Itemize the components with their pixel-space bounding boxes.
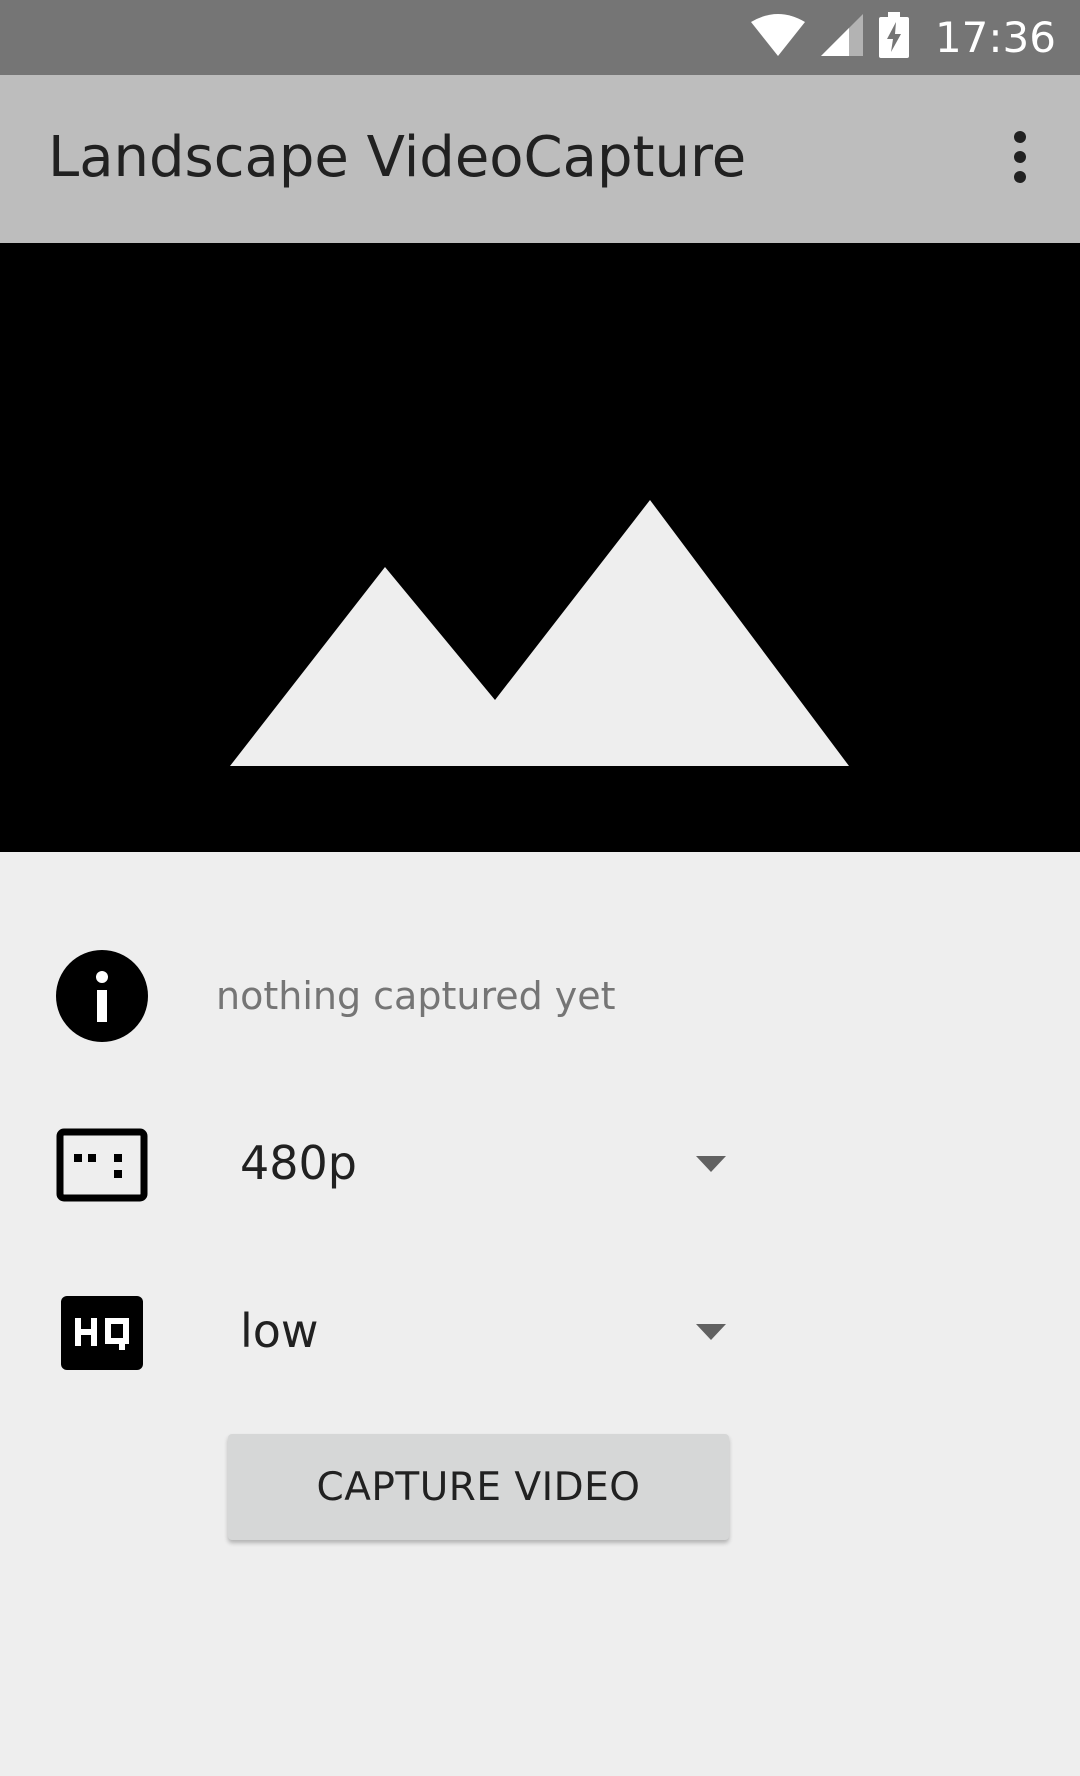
status-icons: 17:36 xyxy=(750,0,1056,75)
quality-spinner[interactable]: low xyxy=(216,1284,736,1384)
info-icon xyxy=(56,950,148,1047)
status-time: 17:36 xyxy=(934,13,1056,62)
status-bar: 17:36 xyxy=(0,0,1080,75)
resolution-value: 480p xyxy=(240,1136,357,1190)
battery-charging-icon xyxy=(878,12,909,63)
info-row: nothing captured yet xyxy=(0,950,1080,1042)
capture-status-text: nothing captured yet xyxy=(216,974,616,1018)
capture-video-button[interactable]: CAPTURE VIDEO xyxy=(228,1434,729,1540)
resolution-row: 480p xyxy=(0,1116,1080,1216)
more-vert-icon xyxy=(1012,130,1028,188)
video-preview[interactable] xyxy=(0,243,1080,852)
overflow-menu-button[interactable] xyxy=(992,119,1048,199)
app-title: Landscape VideoCapture xyxy=(48,125,747,190)
quality-value: low xyxy=(240,1304,319,1358)
wifi-icon xyxy=(750,14,805,61)
hq-icon xyxy=(61,1296,143,1375)
dropdown-arrow-icon xyxy=(696,1324,726,1340)
aspect-ratio-icon xyxy=(56,1128,148,1207)
quality-row: low xyxy=(0,1284,1080,1384)
cellular-signal-icon xyxy=(820,14,863,61)
app-bar: Landscape VideoCapture xyxy=(0,75,1080,243)
resolution-spinner[interactable]: 480p xyxy=(216,1116,736,1216)
dropdown-arrow-icon xyxy=(696,1156,726,1172)
